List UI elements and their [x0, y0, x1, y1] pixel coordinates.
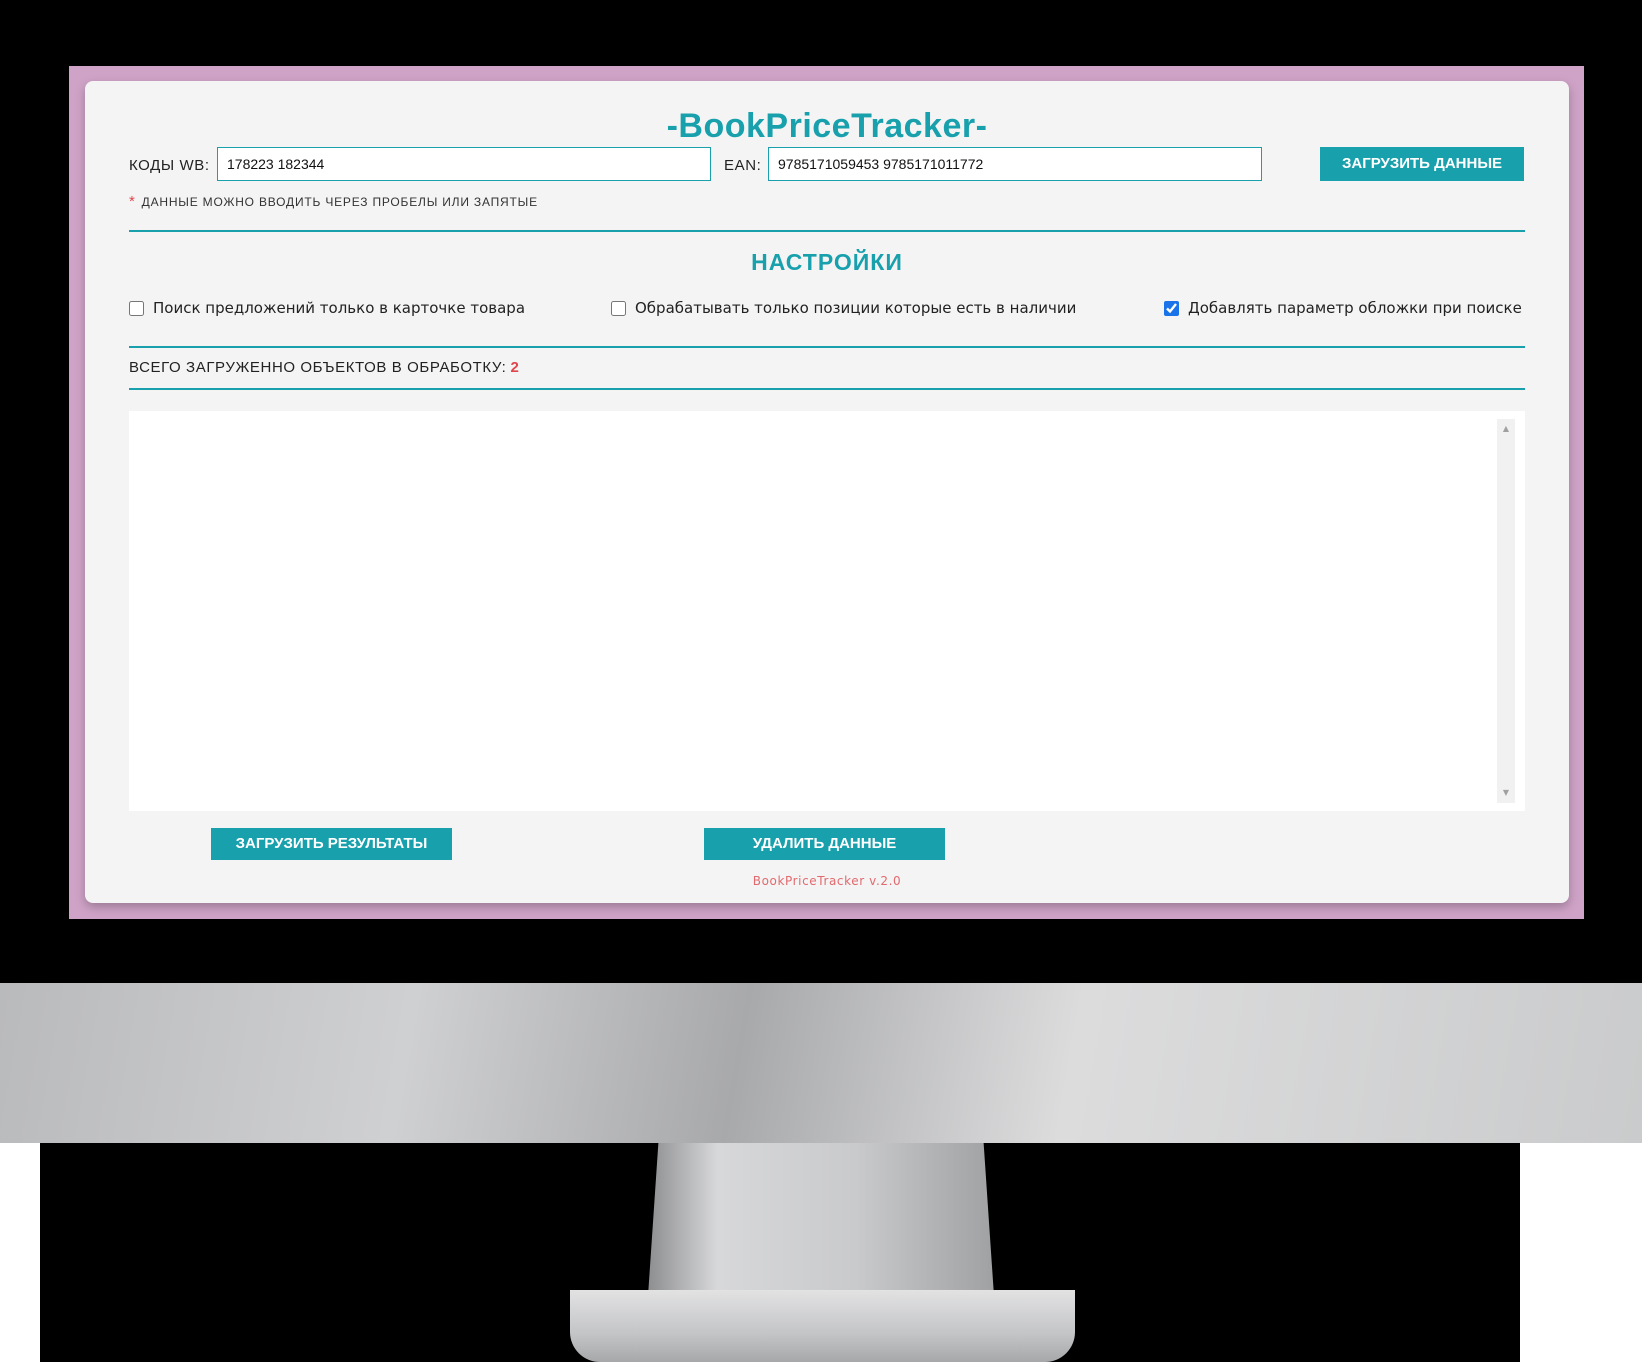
option-card-only-checkbox[interactable]: [129, 300, 144, 316]
version-footer: BookPriceTracker v.2.0: [752, 874, 902, 888]
option-card-only[interactable]: Поиск предложений только в карточке това…: [129, 299, 525, 317]
ean-input[interactable]: [768, 147, 1262, 181]
required-asterisk: *: [129, 193, 136, 210]
background: [0, 1143, 40, 1372]
delete-data-button[interactable]: УДАЛИТЬ ДАННЫЕ: [704, 828, 945, 860]
option-card-only-label: Поиск предложений только в карточке това…: [153, 299, 526, 317]
input-hint: * ДАННЫЕ МОЖНО ВВОДИТЬ ЧЕРЕЗ ПРОБЕЛЫ ИЛИ …: [129, 193, 538, 210]
object-count-value: 2: [510, 359, 520, 376]
wb-codes-input[interactable]: [217, 147, 711, 181]
divider: [129, 388, 1525, 390]
hint-text: ДАННЫЕ МОЖНО ВВОДИТЬ ЧЕРЕЗ ПРОБЕЛЫ ИЛИ З…: [141, 195, 538, 209]
option-cover-param-checkbox[interactable]: [1164, 300, 1179, 316]
results-area[interactable]: ▲ ▼: [129, 411, 1525, 811]
app-title: -BookPriceTracker-: [666, 107, 988, 145]
option-cover-param-label: Добавлять параметр обложки при поиске: [1188, 299, 1522, 317]
option-cover-param[interactable]: Добавлять параметр обложки при поиске: [1164, 299, 1522, 317]
object-count: ВСЕГО ЗАГРУЖЕННО ОБЪЕКТОВ В ОБРАБОТКУ: 2: [129, 359, 519, 376]
download-results-button[interactable]: ЗАГРУЗИТЬ РЕЗУЛЬТАТЫ: [211, 828, 452, 860]
divider: [129, 230, 1525, 232]
object-count-label: ВСЕГО ЗАГРУЖЕННО ОБЪЕКТОВ В ОБРАБОТКУ:: [129, 359, 507, 376]
background: [0, 1362, 1642, 1372]
scroll-down-arrow-icon[interactable]: ▼: [1497, 785, 1515, 801]
settings-title: НАСТРОЙКИ: [751, 249, 903, 275]
ean-label: EAN:: [724, 157, 762, 174]
monitor-mockup: -BookPriceTracker- КОДЫ WB: EAN: ЗАГРУЗИ…: [0, 0, 1642, 1372]
app-panel: -BookPriceTracker- КОДЫ WB: EAN: ЗАГРУЗИ…: [85, 81, 1569, 903]
option-in-stock-only[interactable]: Обрабатывать только позиции которые есть…: [611, 299, 1076, 317]
wb-codes-label: КОДЫ WB:: [129, 157, 210, 174]
option-in-stock-only-checkbox[interactable]: [611, 300, 626, 316]
results-scrollbar[interactable]: ▲ ▼: [1497, 419, 1515, 803]
divider: [129, 346, 1525, 348]
monitor-stand-foot: [570, 1290, 1075, 1362]
option-in-stock-only-label: Обрабатывать только позиции которые есть…: [635, 299, 1077, 317]
background: [1520, 1143, 1642, 1372]
screen: -BookPriceTracker- КОДЫ WB: EAN: ЗАГРУЗИ…: [69, 66, 1584, 919]
scroll-up-arrow-icon[interactable]: ▲: [1497, 421, 1515, 437]
monitor-chin: [0, 983, 1642, 1143]
load-data-button[interactable]: ЗАГРУЗИТЬ ДАННЫЕ: [1320, 147, 1524, 181]
